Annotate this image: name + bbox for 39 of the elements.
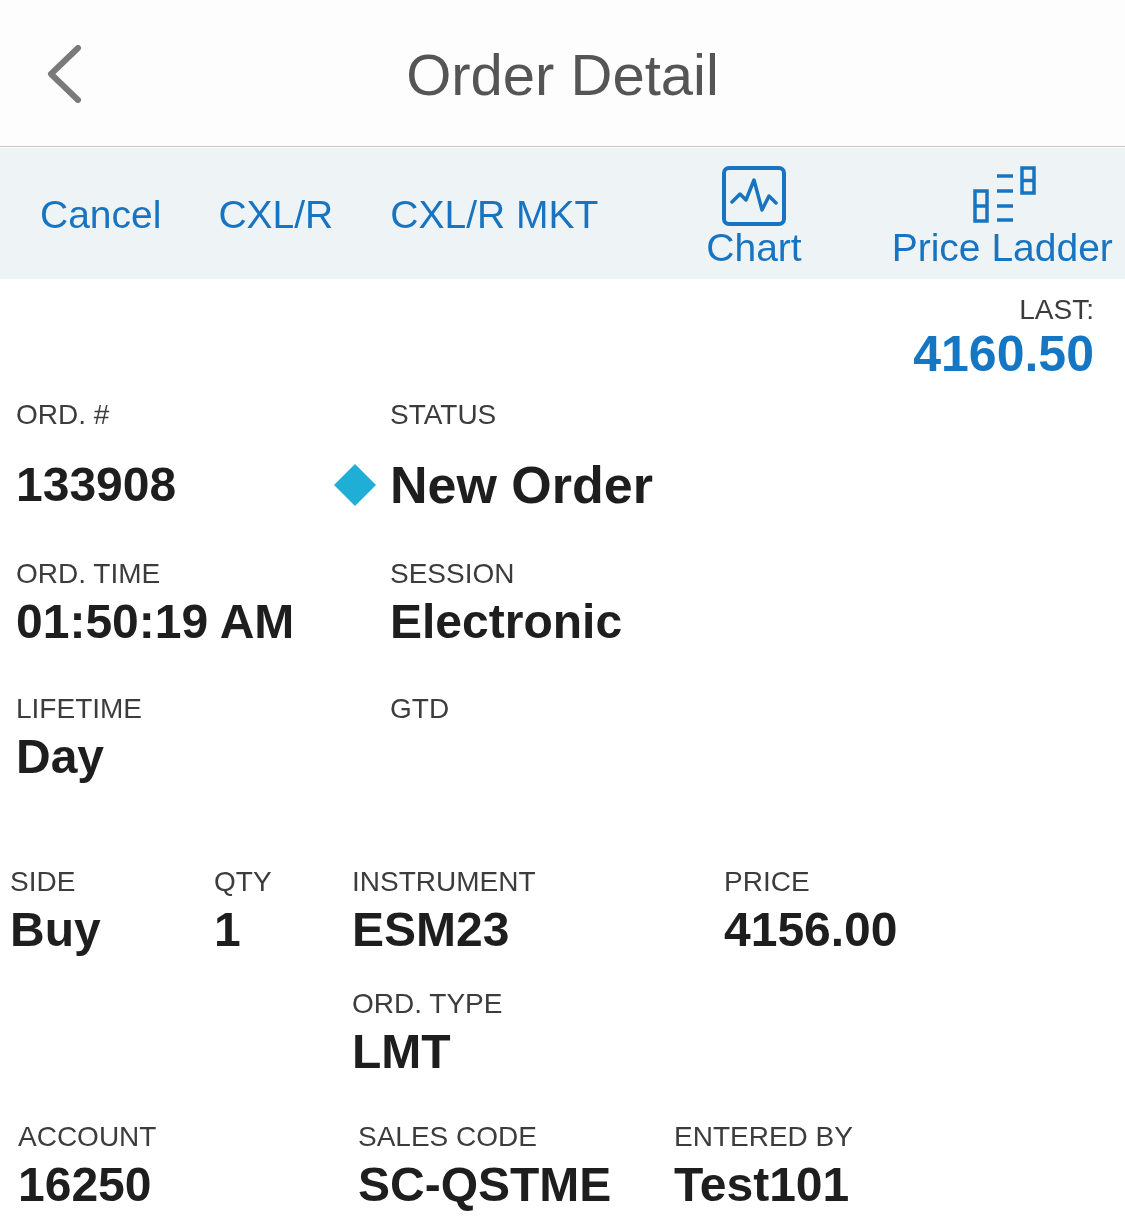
cancel-button[interactable]: Cancel: [40, 195, 162, 234]
ladder-icon: [973, 166, 1038, 223]
field-label: ORD. TIME: [16, 557, 161, 591]
line-chart-icon: [722, 166, 786, 226]
field-label: ORD. TYPE: [352, 987, 503, 1021]
field-value: Day: [16, 729, 105, 785]
screen-title: Order Detail: [406, 42, 719, 104]
field-value: 4156.00: [724, 902, 898, 958]
price-ladder-button[interactable]: Price Ladder: [891, 166, 1113, 267]
chart-button[interactable]: Chart: [706, 166, 802, 267]
field-value: Electronic: [390, 594, 623, 650]
last-price-value: 4160.50: [913, 327, 1094, 381]
field-label: GTD: [390, 692, 450, 726]
field-label: QTY: [214, 865, 272, 899]
cancel-replace-button[interactable]: CXL/R: [218, 195, 334, 234]
field-label: SESSION: [390, 557, 515, 591]
last-price-label: LAST:: [1019, 293, 1094, 327]
field-label: ACCOUNT: [18, 1120, 157, 1154]
field-value: New Order: [390, 455, 653, 515]
field-label: ENTERED BY: [674, 1120, 853, 1154]
field-value: 01:50:19 AM: [16, 594, 295, 650]
field-value: 16250: [18, 1157, 152, 1213]
field-value: LMT: [352, 1024, 451, 1080]
field-label: INSTRUMENT: [352, 865, 536, 899]
field-label: PRICE: [724, 865, 810, 899]
field-value: Test101: [674, 1157, 850, 1213]
field-value: ESM23: [352, 902, 510, 958]
back-button[interactable]: [46, 45, 82, 103]
field-value: Buy: [10, 902, 101, 958]
field-value: 133908: [16, 457, 177, 513]
field-label: ORD. #: [16, 398, 110, 432]
field-value: 1: [214, 902, 241, 958]
field-value: SC-QSTME: [358, 1157, 612, 1213]
field-label: SALES CODE: [358, 1120, 537, 1154]
field-label: STATUS: [390, 398, 497, 432]
chevron-left-icon: [46, 45, 82, 103]
field-label: SIDE: [10, 865, 76, 899]
cancel-replace-market-button[interactable]: CXL/R MKT: [390, 195, 599, 234]
field-label: LIFETIME: [16, 692, 142, 726]
